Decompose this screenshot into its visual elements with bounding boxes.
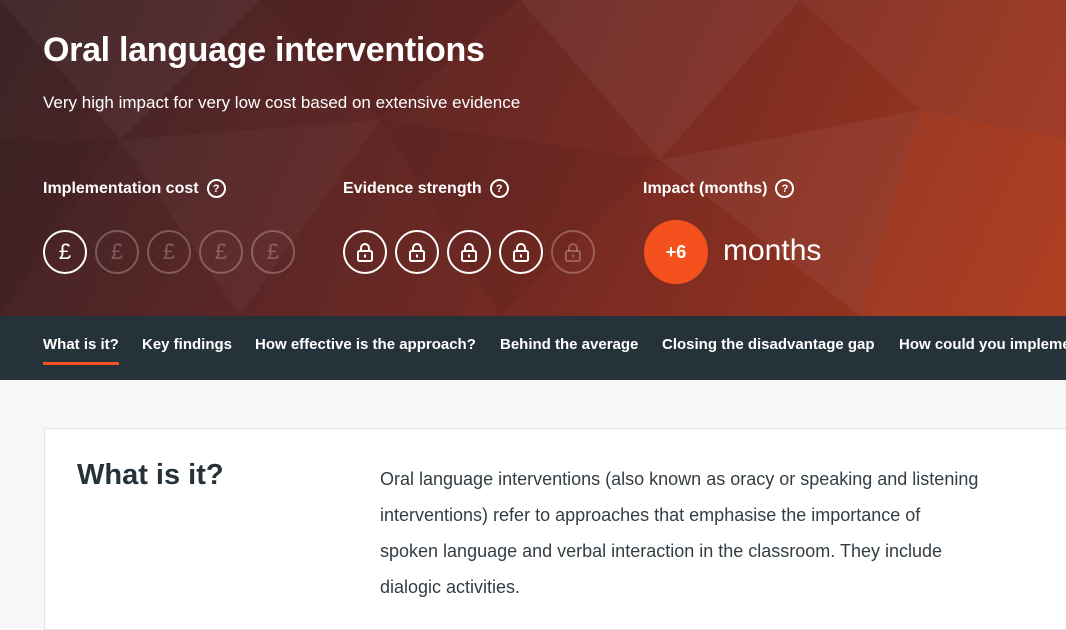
- content-card: What is it? Oral language interventions …: [44, 428, 1066, 630]
- section-body: Oral language interventions (also known …: [380, 469, 979, 597]
- cost-label-group: Implementation cost ?: [43, 179, 226, 198]
- cost-pound-4: £: [199, 230, 243, 274]
- impact-label: Impact (months): [643, 179, 768, 197]
- evidence-lock-1: [343, 230, 387, 274]
- impact-value-badge: +6: [644, 220, 708, 284]
- evidence-lock-5: [551, 230, 595, 274]
- cost-pound-5: £: [251, 230, 295, 274]
- pound-icon: £: [58, 239, 72, 264]
- question-circle-icon[interactable]: ?: [775, 179, 795, 198]
- evidence-label: Evidence strength: [343, 179, 482, 197]
- padlock-icon: [409, 243, 425, 262]
- evidence-rating: [343, 230, 595, 274]
- pound-icon: £: [162, 239, 176, 264]
- padlock-icon: [461, 243, 477, 262]
- evidence-lock-3: [447, 230, 491, 274]
- tab-how-implement[interactable]: How could you implement in your setting?: [899, 336, 1066, 362]
- cost-pound-1: £: [43, 230, 87, 274]
- impact-unit: months: [723, 234, 822, 267]
- padlock-icon: [565, 243, 581, 262]
- cost-rating: £ £ £ £ £: [43, 230, 295, 274]
- tab-key-findings[interactable]: Key findings: [142, 336, 232, 362]
- padlock-icon: [513, 243, 529, 262]
- pound-icon: £: [266, 239, 280, 264]
- page-title: Oral language interventions: [43, 31, 485, 69]
- tab-closing-the-gap[interactable]: Closing the disadvantage gap: [662, 336, 875, 362]
- cost-label: Implementation cost: [43, 179, 199, 197]
- cost-pound-2: £: [95, 230, 139, 274]
- hero-banner: Oral language interventions Very high im…: [0, 0, 1066, 316]
- section-heading: What is it?: [77, 459, 224, 491]
- pound-icon: £: [214, 239, 228, 264]
- page-subtitle: Very high impact for very low cost based…: [43, 93, 521, 112]
- tab-what-is-it[interactable]: What is it?: [43, 336, 119, 365]
- impact-label-group: Impact (months) ?: [643, 179, 795, 198]
- section-nav: What is it? Key findings How effective i…: [0, 316, 1066, 380]
- tab-how-effective[interactable]: How effective is the approach?: [255, 336, 476, 362]
- evidence-lock-4: [499, 230, 543, 274]
- cost-pound-3: £: [147, 230, 191, 274]
- question-circle-icon[interactable]: ?: [206, 179, 226, 198]
- evidence-lock-2: [395, 230, 439, 274]
- evidence-label-group: Evidence strength ?: [343, 179, 509, 198]
- tab-behind-the-average[interactable]: Behind the average: [500, 336, 638, 362]
- question-circle-icon[interactable]: ?: [489, 179, 509, 198]
- padlock-icon: [357, 243, 373, 262]
- pound-icon: £: [110, 239, 124, 264]
